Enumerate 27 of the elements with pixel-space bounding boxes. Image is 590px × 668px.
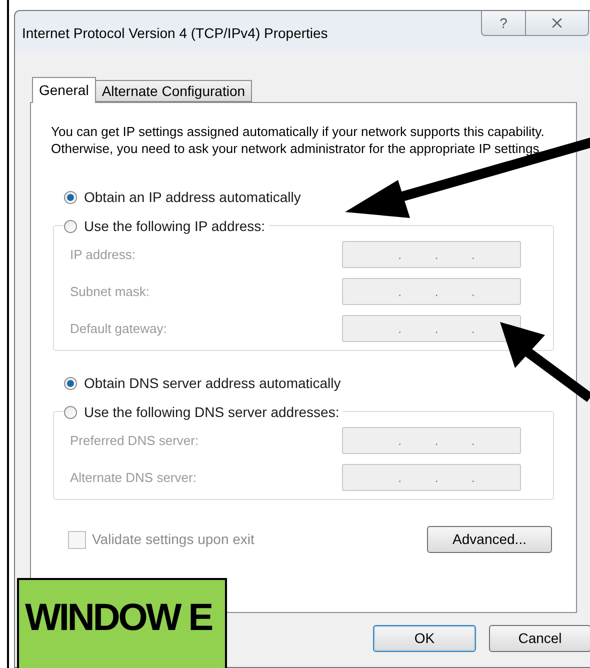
field-label: Default gateway: <box>70 320 167 338</box>
radio-label: Obtain DNS server address automatically <box>84 374 341 393</box>
window-title: Internet Protocol Version 4 (TCP/IPv4) Properties <box>22 24 328 43</box>
description-text: You can get IP settings assigned automatically if your network supports this capability. Otherwise, you need to ask your network administrator for the appropriate IP settings. <box>51 123 546 157</box>
field-label: Subnet mask: <box>70 282 150 301</box>
tab[interactable]: General <box>32 77 96 103</box>
field-label: Alternate DNS server: <box>70 468 196 487</box>
advanced-button[interactable]: Advanced... <box>427 526 552 553</box>
field-label: IP address: <box>70 246 136 264</box>
tab[interactable]: Alternate Configuration <box>94 80 252 102</box>
ip-address-field[interactable]: . . . <box>342 241 521 268</box>
radio-button[interactable] <box>64 406 77 419</box>
radio-button[interactable] <box>64 220 77 233</box>
radio-label: Use the following IP address: <box>84 217 266 236</box>
ip-address-field[interactable]: . . . <box>342 278 521 305</box>
ok-button[interactable]: OK <box>373 625 476 652</box>
radio-button[interactable] <box>64 377 77 390</box>
radio-label: Obtain an IP address automatically <box>84 188 301 207</box>
checkbox-label: Validate settings upon exit <box>92 530 254 549</box>
radio-button[interactable] <box>64 191 77 204</box>
ip-address-field[interactable]: . . . <box>342 464 521 491</box>
cancel-button[interactable]: Cancel <box>489 625 590 652</box>
ip-address-field[interactable]: . . . <box>342 315 521 342</box>
annotation-label: WINDOW E <box>17 578 227 668</box>
ip-address-field[interactable]: . . . <box>342 427 521 454</box>
radio-label: Use the following DNS server addresses: <box>84 403 340 422</box>
field-label: Preferred DNS server: <box>70 432 199 450</box>
